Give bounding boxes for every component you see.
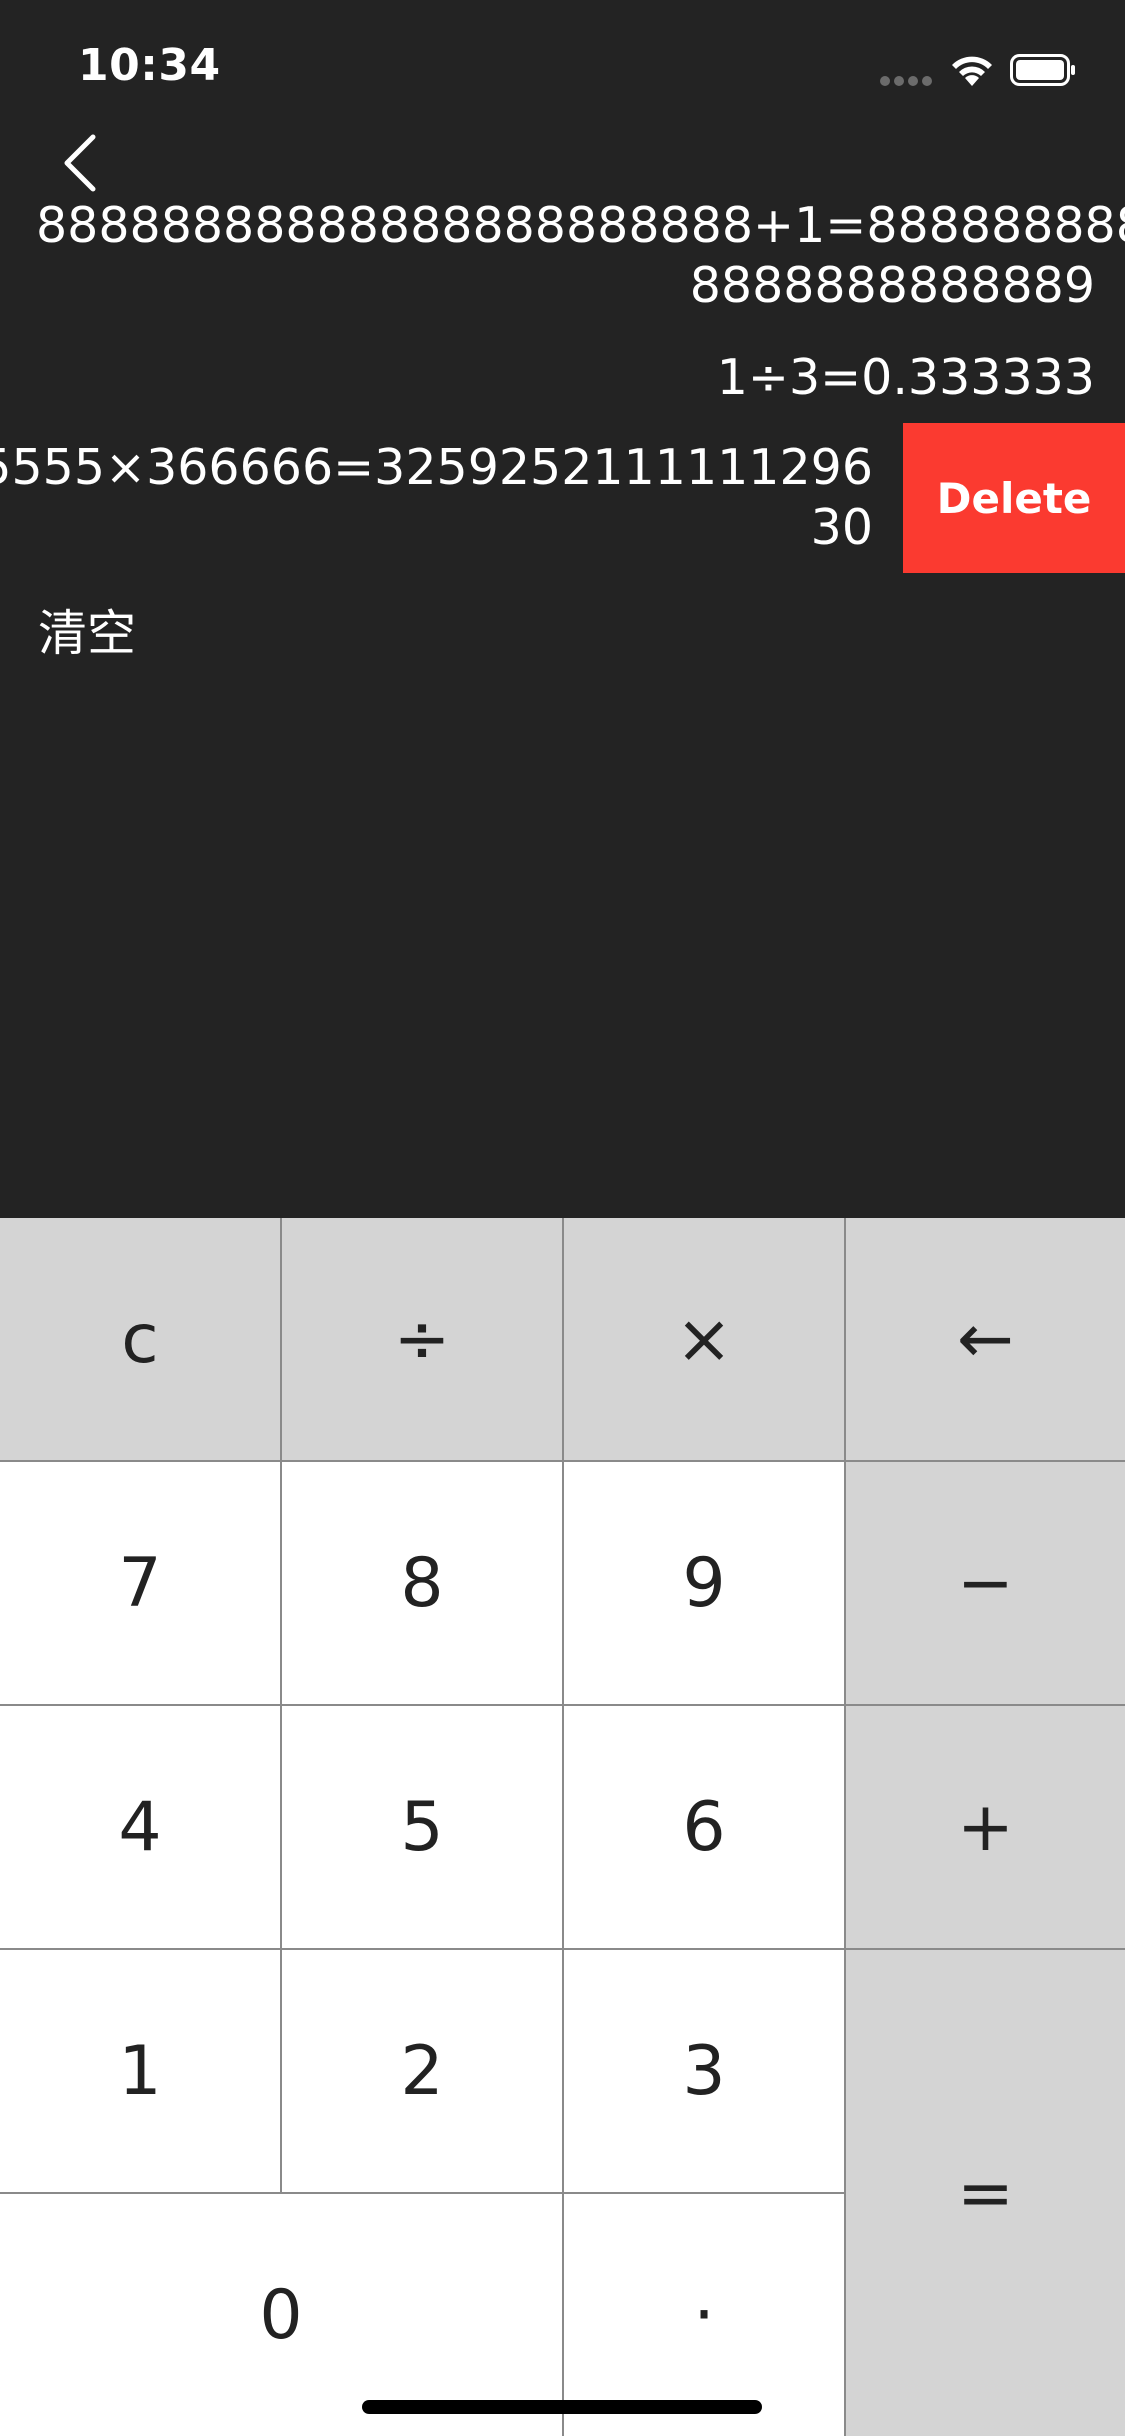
- signal-dots-icon: [880, 76, 932, 86]
- digit-6-label: 6: [682, 1787, 726, 1867]
- chevron-left-icon: [64, 134, 96, 192]
- clear-history-button[interactable]: 清空: [38, 604, 136, 664]
- digit-3-label: 3: [682, 2031, 726, 2111]
- digit-6-key[interactable]: 6: [564, 1706, 844, 1948]
- digit-2-key[interactable]: 2: [282, 1950, 562, 2192]
- status-time: 10:34: [78, 40, 221, 91]
- plus-key[interactable]: +: [846, 1706, 1125, 1948]
- digit-2-label: 2: [400, 2031, 444, 2111]
- backspace-icon: ←: [957, 1299, 1014, 1379]
- digit-4-key[interactable]: 4: [0, 1706, 280, 1948]
- minus-key-label: −: [957, 1543, 1014, 1623]
- back-button[interactable]: [56, 128, 106, 198]
- digit-7-label: 7: [118, 1543, 162, 1623]
- digit-1-label: 1: [118, 2031, 162, 2111]
- digit-7-key[interactable]: 7: [0, 1462, 280, 1704]
- digit-0-label: 0: [259, 2275, 303, 2355]
- multiply-key[interactable]: ×: [564, 1218, 844, 1460]
- digit-4-label: 4: [118, 1787, 162, 1867]
- wifi-icon: [952, 56, 992, 86]
- history-item[interactable]: 555555×366666=3259252111111296 30: [0, 438, 873, 558]
- digit-5-label: 5: [400, 1787, 444, 1867]
- multiply-key-label: ×: [675, 1299, 733, 1379]
- equals-key-label: =: [957, 2153, 1014, 2233]
- minus-key[interactable]: −: [846, 1462, 1125, 1704]
- history-item[interactable]: 88888888888888888888888+1=888888888 8888…: [36, 196, 1125, 316]
- delete-button[interactable]: Delete: [903, 423, 1125, 573]
- equals-key[interactable]: =: [846, 1950, 1125, 2436]
- clear-key-label: c: [121, 1299, 159, 1379]
- battery-icon: [1010, 54, 1075, 86]
- divide-key[interactable]: ÷: [282, 1218, 562, 1460]
- plus-key-label: +: [957, 1787, 1014, 1867]
- digit-9-label: 9: [682, 1543, 726, 1623]
- divide-key-label: ÷: [393, 1299, 451, 1379]
- status-bar: 10:34: [0, 0, 1125, 135]
- digit-8-key[interactable]: 8: [282, 1462, 562, 1704]
- decimal-key-label: ·: [693, 2275, 715, 2355]
- clear-key[interactable]: c: [0, 1218, 280, 1460]
- digit-9-key[interactable]: 9: [564, 1462, 844, 1704]
- home-indicator[interactable]: [362, 2400, 762, 2414]
- digit-3-key[interactable]: 3: [564, 1950, 844, 2192]
- digit-8-label: 8: [400, 1543, 444, 1623]
- digit-1-key[interactable]: 1: [0, 1950, 280, 2192]
- backspace-key[interactable]: ←: [846, 1218, 1125, 1460]
- history-item[interactable]: 1÷3=0.333333: [36, 348, 1095, 408]
- keypad: c ÷ × ← 7 8 9 − 4 5 6 + 1 2 3 = 0 ·: [0, 1218, 1125, 2436]
- digit-5-key[interactable]: 5: [282, 1706, 562, 1948]
